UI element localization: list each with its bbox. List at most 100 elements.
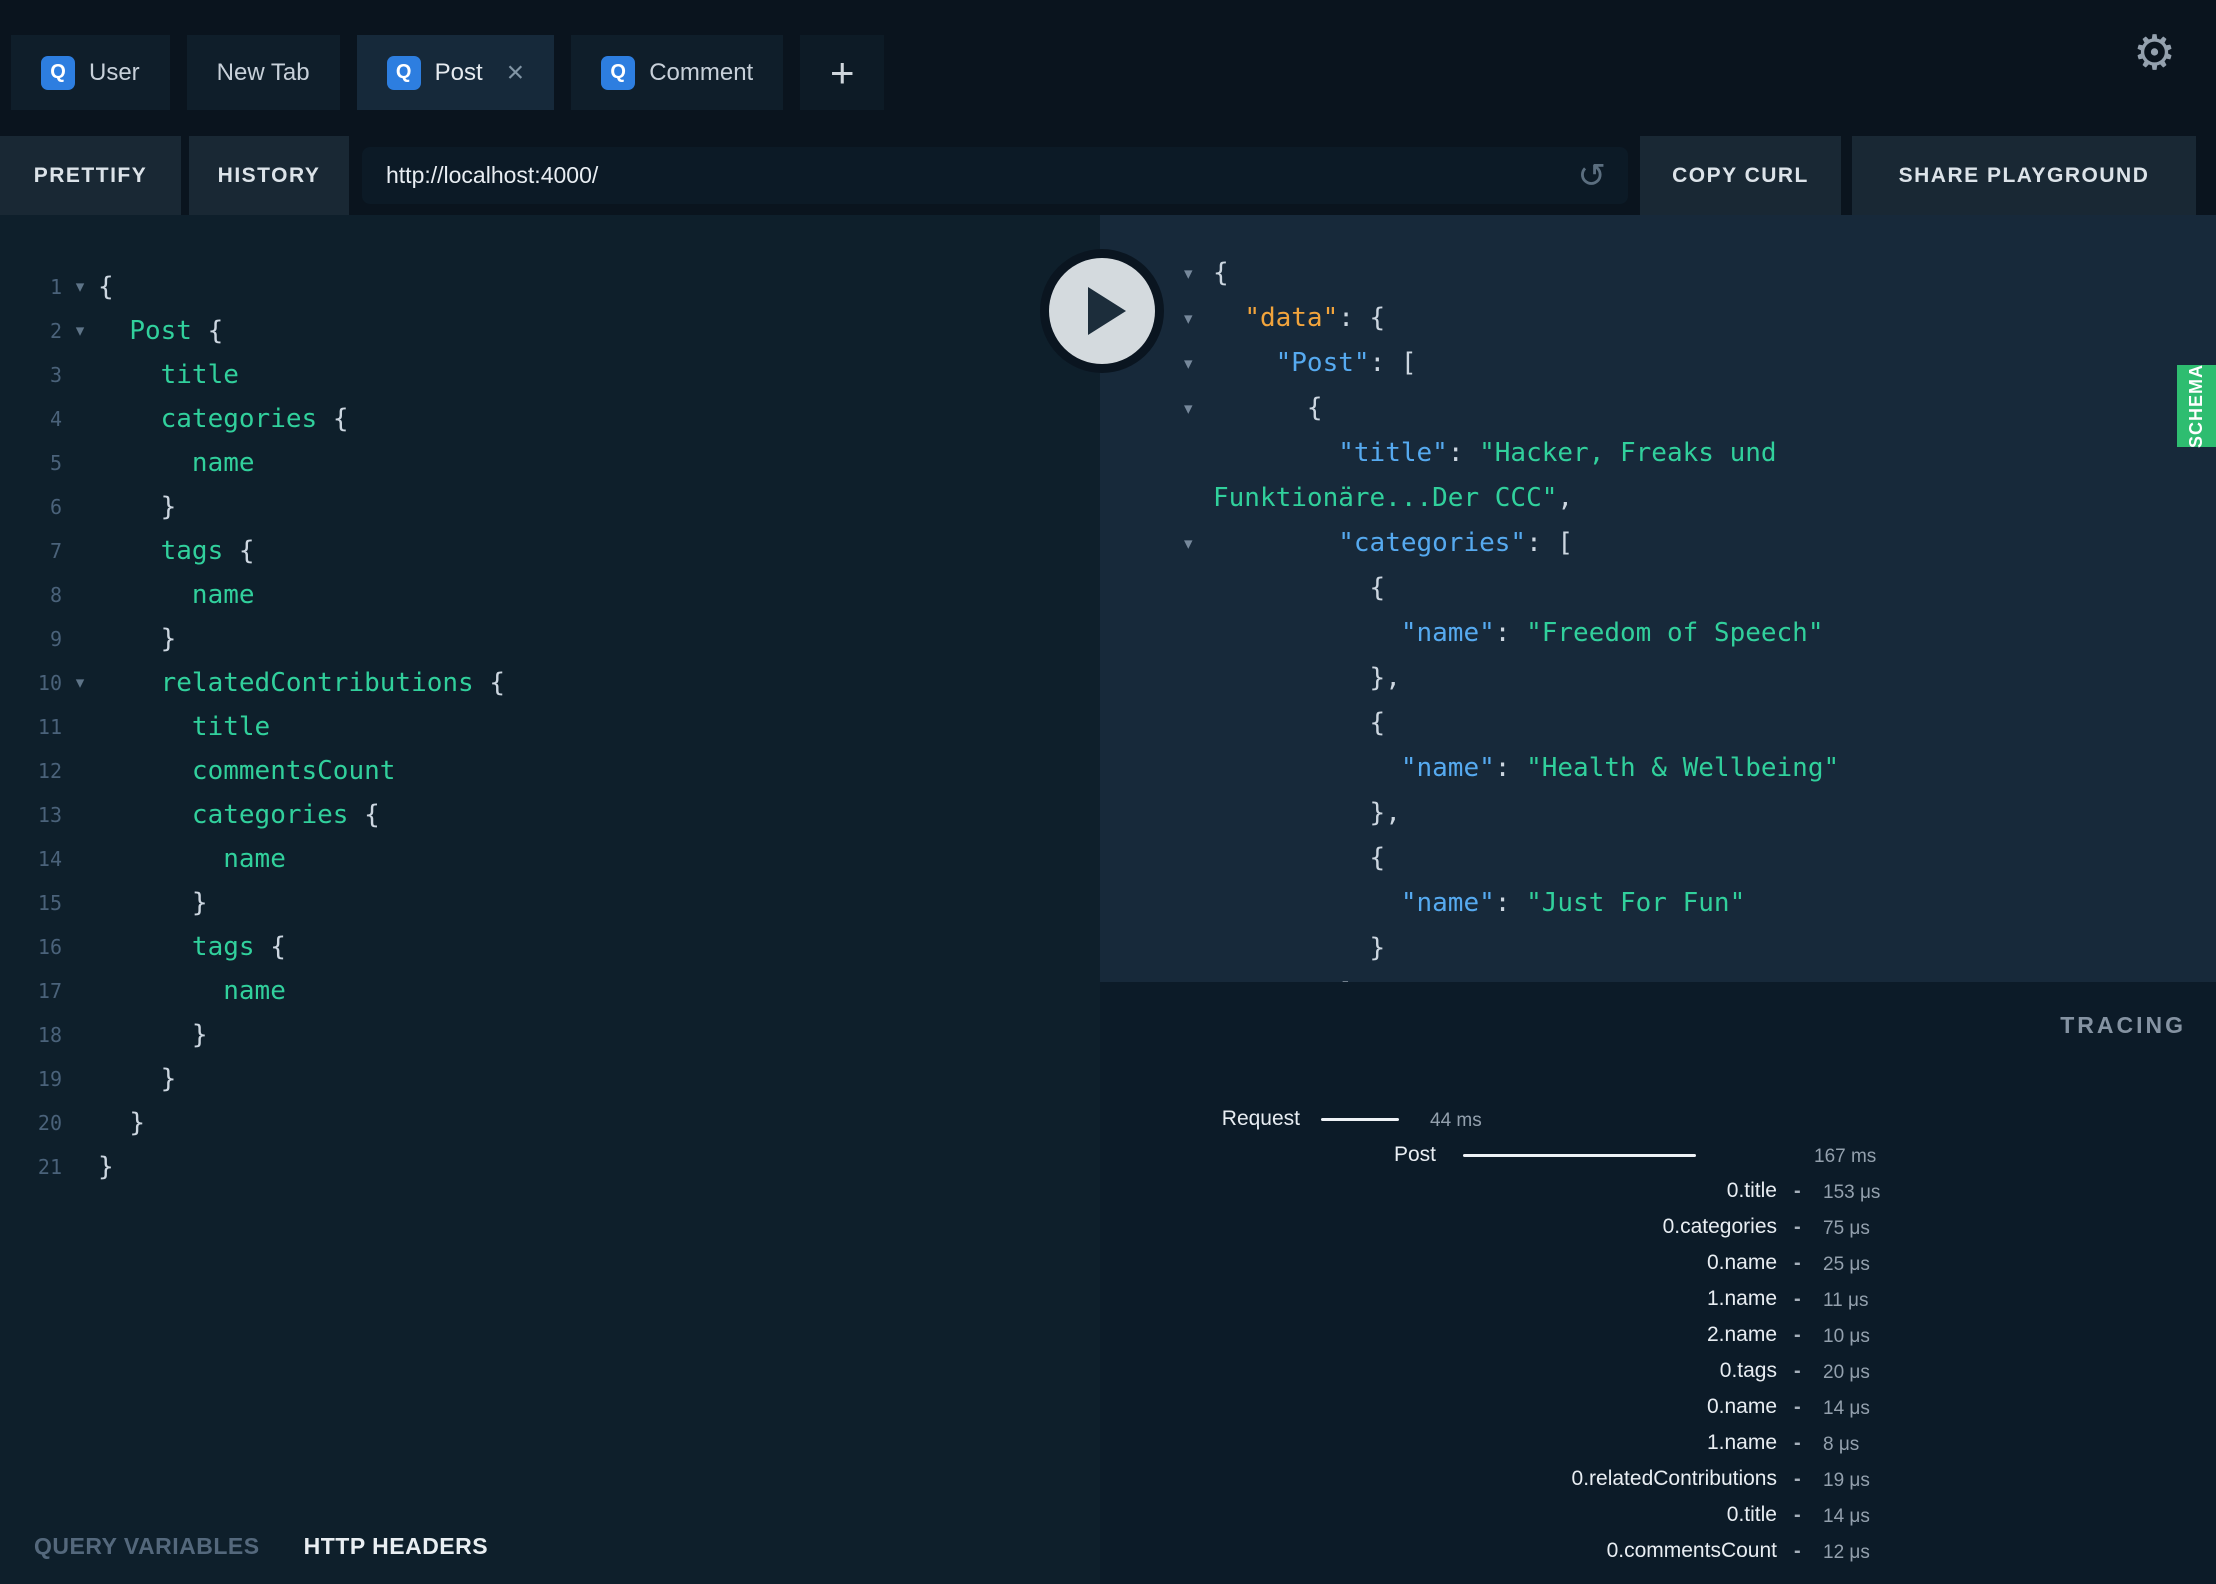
trace-resolver-label: 1.name: [1706, 1287, 1777, 1310]
code-text: title: [191, 712, 271, 742]
fold-arrow-icon[interactable]: ▾: [1184, 386, 1193, 431]
trace-resolver-time: 14 μs: [1823, 1398, 1870, 1419]
toolbar: PRETTIFY HISTORY ↺ COPY CURL SHARE PLAYG…: [0, 136, 2216, 215]
endpoint-url-bar: ↺: [362, 147, 1628, 204]
trace-resolver-row: 0.relatedContributions - 19 μs: [1100, 1461, 2216, 1497]
fold-arrow-icon[interactable]: ▾: [62, 661, 98, 705]
trace-resolver-time: 25 μs: [1823, 1254, 1870, 1275]
editor-line: 13 categories {: [0, 793, 1100, 837]
fold-arrow-icon[interactable]: ▾: [62, 265, 98, 309]
graphql-query-icon: Q: [386, 55, 421, 90]
code-text: {: [1369, 843, 1386, 873]
trace-resolver-row: 2.name - 10 μs: [1100, 1317, 2216, 1353]
trace-dash: -: [1794, 1216, 1801, 1238]
tab-label: Post: [434, 58, 483, 86]
tab-user[interactable]: Q User: [11, 35, 170, 110]
new-tab-button[interactable]: +: [800, 35, 885, 110]
tab-comment[interactable]: Q Comment: [571, 35, 784, 110]
trace-resolver-label: 0.categories: [1662, 1215, 1777, 1238]
fold-arrow-icon[interactable]: ▾: [62, 309, 98, 353]
graphql-query-icon: Q: [41, 55, 75, 90]
reload-schema-icon[interactable]: ↺: [1578, 159, 1607, 193]
editor-line: 6 }: [0, 485, 1100, 529]
fold-arrow-icon[interactable]: ▾: [1184, 296, 1193, 341]
trace-resolver-row: 0.tags - 20 μs: [1100, 1353, 2216, 1389]
code-text: },: [1369, 798, 1401, 828]
trace-resolver-time: 75 μs: [1823, 1218, 1870, 1239]
tab-bar-tabs: Q User New Tab Q Post × Q Comment +: [11, 35, 885, 110]
execute-query-button[interactable]: [1040, 249, 1164, 373]
schema-side-tab-label: SCHEMA: [2186, 364, 2206, 449]
response-line: },: [1100, 656, 2216, 701]
settings-gear-icon[interactable]: ⚙: [2133, 30, 2176, 78]
code-text: }: [191, 888, 208, 918]
code-text: }: [160, 492, 177, 522]
trace-resolver-label: 0.name: [1706, 1395, 1777, 1418]
trace-resolver-row: 1.name - 8 μs: [1100, 1425, 2216, 1461]
line-number: 13: [37, 803, 62, 827]
history-button[interactable]: HISTORY: [189, 136, 349, 215]
tab-post[interactable]: Q Post ×: [356, 35, 555, 110]
query-editor-lines: 1 ▾{2 ▾ Post {3 title 4 categories {5 name 6…: [0, 215, 1100, 1189]
line-number: 2: [49, 319, 62, 343]
schema-side-tab[interactable]: SCHEMA: [2177, 364, 2216, 449]
code-text: },: [1369, 663, 1401, 693]
code-text: {: [1369, 708, 1386, 738]
copy-curl-button[interactable]: COPY CURL: [1640, 136, 1841, 215]
trace-resolver-label: 0.title: [1726, 1179, 1777, 1202]
line-number: 4: [49, 407, 62, 431]
response-line: {: [1100, 836, 2216, 881]
line-number: 17: [37, 979, 62, 1003]
code-text: title: [160, 360, 239, 390]
tab-new-tab[interactable]: New Tab: [186, 35, 340, 110]
editor-line: 17 name: [0, 969, 1100, 1013]
query-editor-pane[interactable]: 1 ▾{2 ▾ Post {3 title 4 categories {5 name 6…: [0, 215, 1100, 1584]
code-text: categories {: [160, 404, 349, 434]
close-tab-icon[interactable]: ×: [507, 57, 525, 88]
response-line: "title": "Hacker, Freaks und: [1100, 431, 2216, 476]
fold-arrow-icon[interactable]: ▾: [1184, 251, 1193, 296]
code-text: "categories": [: [1338, 528, 1574, 558]
trace-resolver-label: 0.title: [1726, 1503, 1777, 1526]
tracing-title: TRACING: [2060, 1012, 2186, 1038]
code-text: tags {: [160, 536, 255, 566]
code-text: {: [1213, 258, 1229, 288]
editor-line: 12 commentsCount: [0, 749, 1100, 793]
fold-arrow-icon[interactable]: ▾: [1184, 341, 1193, 386]
prettify-button[interactable]: PRETTIFY: [0, 136, 181, 215]
editor-line: 15 }: [0, 881, 1100, 925]
trace-resolver-time: 8 μs: [1823, 1434, 1860, 1455]
line-number: 19: [37, 1067, 62, 1091]
code-text: }: [191, 1020, 208, 1050]
line-number: 20: [37, 1111, 62, 1135]
endpoint-url-input[interactable]: [362, 162, 1578, 189]
http-headers-tab[interactable]: HTTP HEADERS: [304, 1533, 489, 1560]
code-text: name: [191, 580, 255, 610]
editor-line: 9 }: [0, 617, 1100, 661]
trace-dash: -: [1794, 1324, 1801, 1346]
response-line: ▾ "data": {: [1100, 296, 2216, 341]
trace-dash: -: [1794, 1396, 1801, 1418]
editor-line: 11 title: [0, 705, 1100, 749]
editor-footer: QUERY VARIABLES HTTP HEADERS: [0, 1508, 1100, 1584]
line-number: 3: [49, 363, 62, 387]
trace-dash: -: [1794, 1360, 1801, 1382]
line-number: 5: [49, 451, 62, 475]
line-number: 7: [49, 539, 62, 563]
query-variables-tab[interactable]: QUERY VARIABLES: [34, 1533, 260, 1560]
code-text: }: [129, 1108, 145, 1138]
trace-dash: -: [1794, 1468, 1801, 1490]
share-playground-button[interactable]: SHARE PLAYGROUND: [1852, 136, 2196, 215]
editor-line: 5 name: [0, 441, 1100, 485]
code-text: {: [1306, 393, 1323, 423]
trace-resolver-label: 0.relatedContributions: [1571, 1467, 1777, 1490]
fold-arrow-icon[interactable]: ▾: [1184, 521, 1193, 566]
